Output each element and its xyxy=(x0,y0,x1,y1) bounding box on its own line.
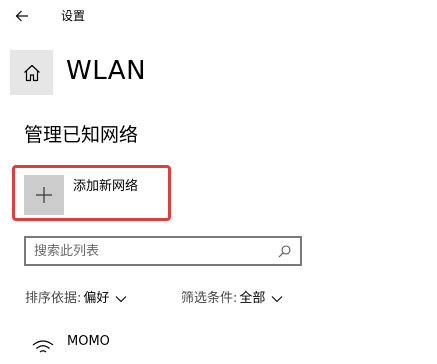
sort-dropdown[interactable]: 排序依据: 偏好 xyxy=(25,289,127,309)
add-network-label: 添加新网络 xyxy=(73,179,139,194)
filter-label: 筛选条件: xyxy=(181,291,238,306)
add-tile xyxy=(24,175,64,215)
search-box[interactable] xyxy=(24,236,302,266)
back-arrow-icon xyxy=(15,9,29,23)
plus-icon xyxy=(35,186,53,204)
page-title: WLAN xyxy=(66,56,147,86)
sort-value: 偏好 xyxy=(83,291,110,306)
wifi-icon xyxy=(32,339,54,355)
filter-value: 全部 xyxy=(239,291,266,306)
filter-dropdown[interactable]: 筛选条件: 全部 xyxy=(181,289,283,309)
search-input[interactable] xyxy=(26,238,276,264)
chevron-down-icon xyxy=(115,295,127,303)
sort-label: 排序依据: xyxy=(25,291,82,306)
search-icon[interactable] xyxy=(276,243,292,259)
home-icon xyxy=(22,63,42,83)
back-button[interactable] xyxy=(8,4,36,28)
home-button[interactable] xyxy=(10,50,53,95)
section-title: 管理已知网络 xyxy=(24,124,139,146)
network-list-item[interactable]: MOMO xyxy=(24,334,324,364)
chevron-down-icon xyxy=(271,295,283,303)
network-name: MOMO xyxy=(67,334,110,349)
window-title: 设置 xyxy=(61,9,86,23)
add-network-button[interactable]: 添加新网络 xyxy=(24,175,164,219)
title-bar: 设置 xyxy=(0,0,437,32)
